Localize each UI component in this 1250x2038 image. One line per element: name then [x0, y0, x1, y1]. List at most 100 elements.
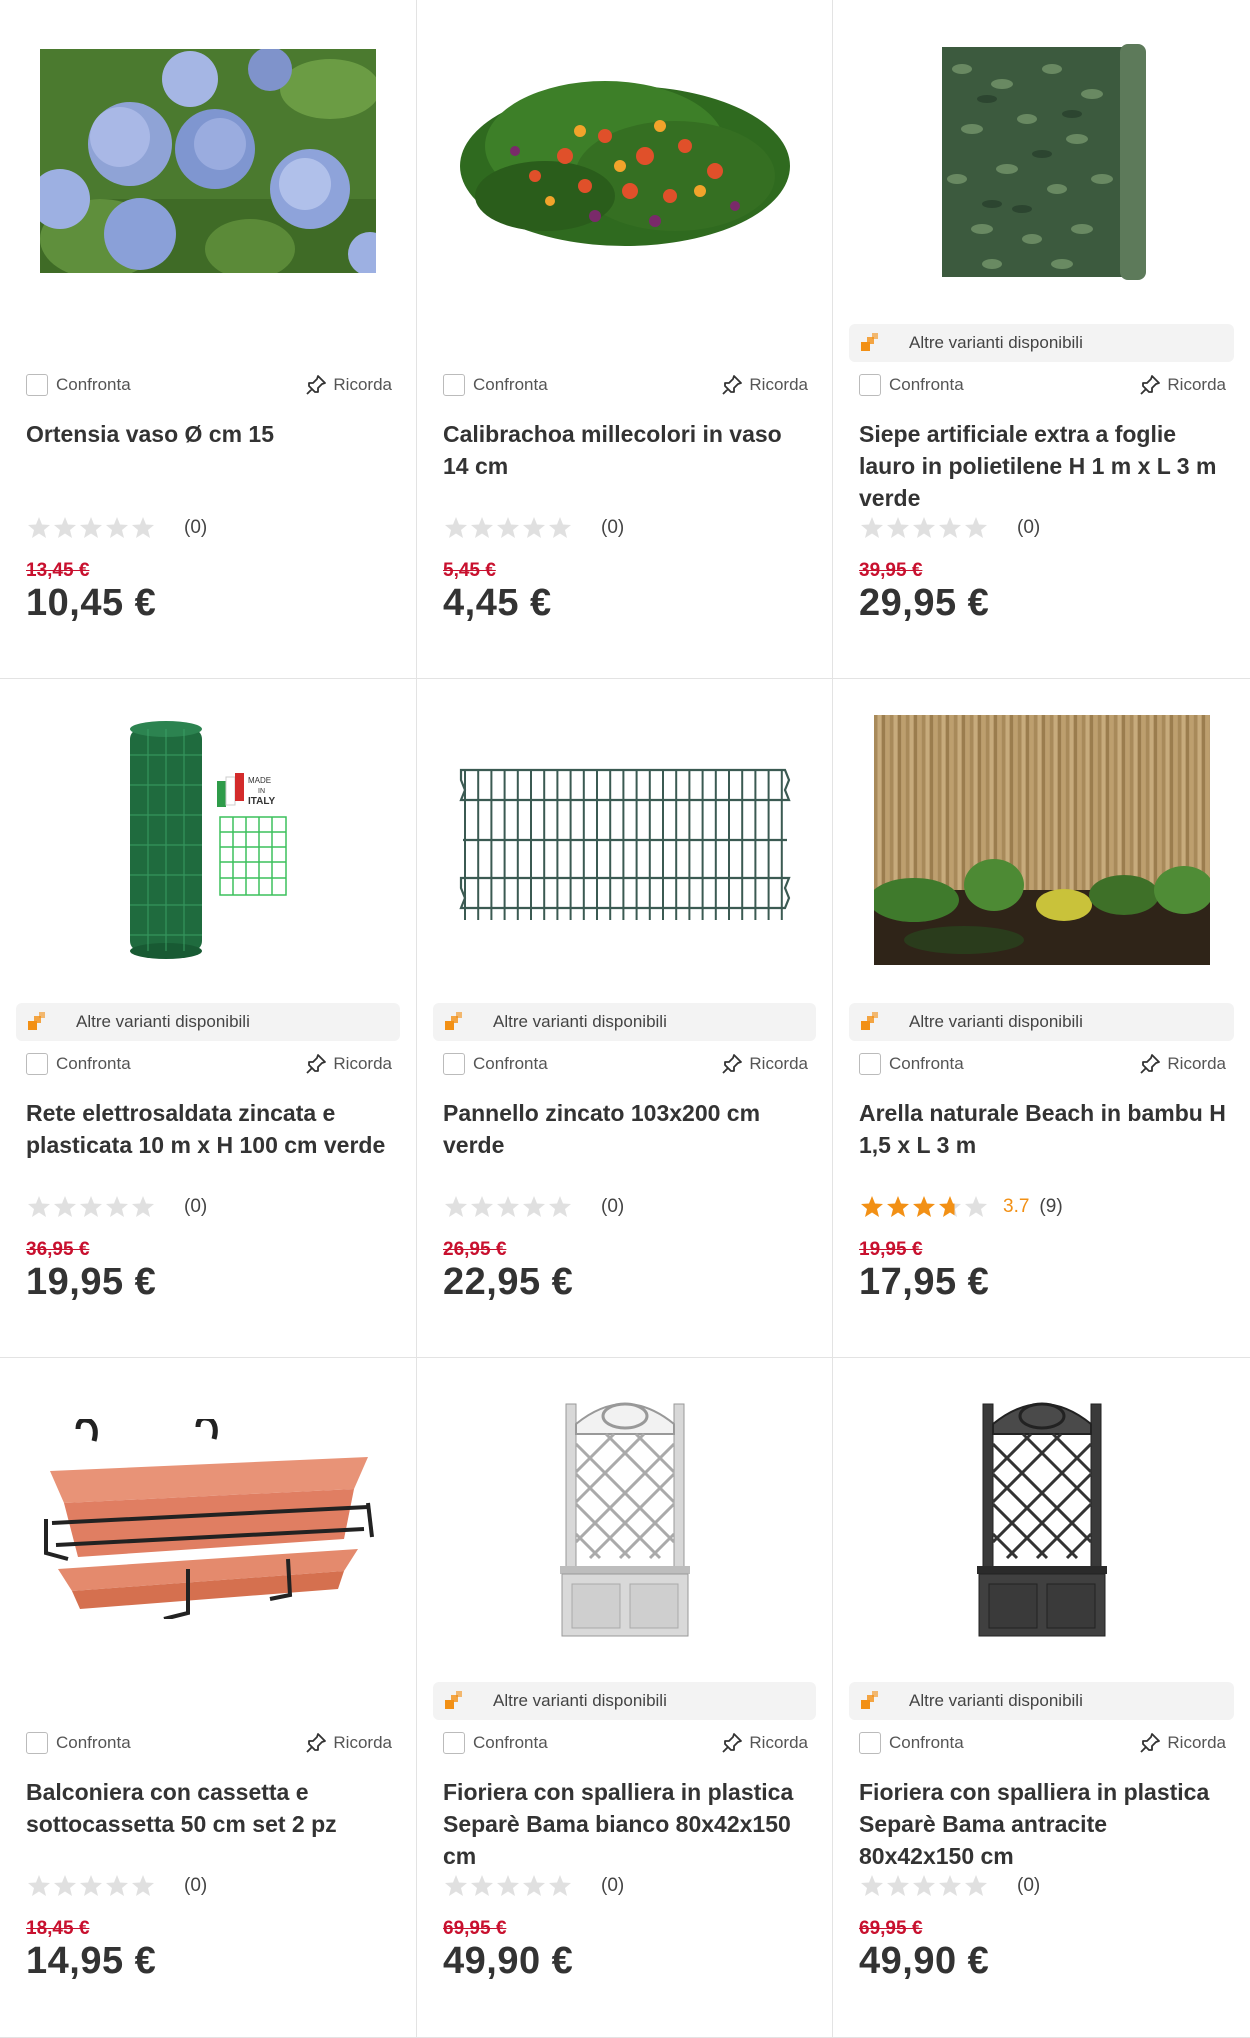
- compare-checkbox[interactable]: Confronta: [859, 1732, 964, 1754]
- product-card[interactable]: Confronta Ricorda Balconiera con cassett…: [0, 1358, 417, 2038]
- artificial-hedge-photo: [941, 43, 1146, 280]
- compare-checkbox[interactable]: Confronta: [26, 1732, 131, 1754]
- old-price: 19,95 €: [859, 1239, 923, 1260]
- product-card[interactable]: Altre varianti disponibili Confronta Ric…: [833, 679, 1250, 1358]
- checkbox[interactable]: [859, 1053, 881, 1075]
- remember-button[interactable]: Ricorda: [721, 374, 808, 396]
- product-title[interactable]: Ortensia vaso Ø cm 15: [26, 418, 394, 450]
- remember-button[interactable]: Ricorda: [305, 1732, 392, 1754]
- pin-icon: [1140, 375, 1161, 395]
- star-icon: [523, 1196, 545, 1217]
- remember-button[interactable]: Ricorda: [305, 374, 392, 396]
- star-icon: [523, 1875, 545, 1896]
- review-count: (0): [1017, 1875, 1041, 1896]
- product-title[interactable]: Pannello zincato 103x200 cm verde: [443, 1097, 810, 1161]
- product-image[interactable]: [443, 1394, 806, 1644]
- checkbox[interactable]: [26, 1732, 48, 1754]
- card-actions: Confronta Ricorda: [443, 1730, 808, 1756]
- compare-checkbox[interactable]: Confronta: [443, 374, 548, 396]
- review-count: (0): [1017, 517, 1041, 538]
- remember-button[interactable]: Ricorda: [305, 1053, 392, 1075]
- product-card[interactable]: Confronta Ricorda Ortensia vaso Ø cm 15 …: [0, 0, 417, 679]
- star-icon: [132, 1196, 154, 1217]
- product-image[interactable]: [859, 715, 1224, 965]
- product-title[interactable]: Calibrachoa millecolori in vaso 14 cm: [443, 418, 810, 482]
- rating: (0): [859, 1873, 1040, 1899]
- star-icon: [497, 1196, 519, 1217]
- compare-checkbox[interactable]: Confronta: [26, 374, 131, 396]
- remember-button[interactable]: Ricorda: [1139, 1053, 1226, 1075]
- product-title[interactable]: Rete elettrosaldata zincata e plasticata…: [26, 1097, 394, 1161]
- remember-button[interactable]: Ricorda: [721, 1053, 808, 1075]
- star-icon: [549, 517, 571, 538]
- product-title[interactable]: Fioriera con spalliera in plastica Separ…: [443, 1776, 810, 1872]
- product-card[interactable]: Altre varianti disponibili Confronta Ric…: [833, 0, 1250, 679]
- price: 49,90 €: [443, 1940, 574, 1982]
- product-card[interactable]: MADE IN ITALY Altre varianti disponibili…: [0, 679, 417, 1358]
- compare-label: Confronta: [473, 1733, 548, 1752]
- product-image[interactable]: [443, 715, 806, 965]
- variants-badge[interactable]: Altre varianti disponibili: [849, 1003, 1234, 1041]
- old-price: 39,95 €: [859, 560, 923, 581]
- product-image[interactable]: [859, 36, 1224, 286]
- rating: (0): [443, 515, 624, 541]
- compare-checkbox[interactable]: Confronta: [26, 1053, 131, 1075]
- checkbox[interactable]: [443, 1732, 465, 1754]
- product-image[interactable]: [26, 1394, 390, 1644]
- product-card[interactable]: Confronta Ricorda Calibrachoa millecolor…: [417, 0, 833, 679]
- checkbox[interactable]: [443, 374, 465, 396]
- variants-badge[interactable]: Altre varianti disponibili: [849, 1682, 1234, 1720]
- checkbox[interactable]: [443, 1053, 465, 1075]
- star-icon: [887, 517, 909, 538]
- remember-label: Ricorda: [1167, 1054, 1226, 1073]
- star-icon: [28, 1875, 50, 1896]
- price: 22,95 €: [443, 1261, 574, 1303]
- star-icon: [106, 1196, 128, 1217]
- variants-label: Altre varianti disponibili: [493, 1691, 667, 1710]
- rating: (0): [443, 1873, 624, 1899]
- product-title[interactable]: Arella naturale Beach in bambu H 1,5 x L…: [859, 1097, 1228, 1161]
- variants-badge[interactable]: Altre varianti disponibili: [16, 1003, 400, 1041]
- star-icon: [54, 1196, 76, 1217]
- product-title[interactable]: Balconiera con cassetta e sottocassetta …: [26, 1776, 394, 1840]
- star-icon: [471, 1875, 493, 1896]
- remember-button[interactable]: Ricorda: [721, 1732, 808, 1754]
- product-title[interactable]: Fioriera con spalliera in plastica Separ…: [859, 1776, 1228, 1872]
- rating-stars: [26, 1194, 156, 1220]
- rating-score: 3.7: [1003, 1196, 1030, 1217]
- card-actions: Confronta Ricorda: [443, 1051, 808, 1077]
- product-image[interactable]: [443, 36, 806, 286]
- compare-checkbox[interactable]: Confronta: [443, 1732, 548, 1754]
- checkbox[interactable]: [26, 374, 48, 396]
- remember-button[interactable]: Ricorda: [1139, 1732, 1226, 1754]
- product-image[interactable]: [859, 1394, 1224, 1644]
- compare-label: Confronta: [889, 1054, 964, 1073]
- checkbox[interactable]: [859, 374, 881, 396]
- old-price: 26,95 €: [443, 1239, 507, 1260]
- variants-badge[interactable]: Altre varianti disponibili: [433, 1682, 816, 1720]
- compare-checkbox[interactable]: Confronta: [443, 1053, 548, 1075]
- compare-checkbox[interactable]: Confronta: [859, 1053, 964, 1075]
- star-icon: [132, 517, 154, 538]
- product-image[interactable]: MADE IN ITALY: [26, 715, 390, 965]
- star-icon: [28, 517, 50, 538]
- star-icon: [965, 1875, 987, 1896]
- checkbox[interactable]: [26, 1053, 48, 1075]
- star-icon: [965, 1196, 987, 1217]
- rating: 3.7 (9): [859, 1194, 1063, 1220]
- product-card[interactable]: Altre varianti disponibili Confronta Ric…: [833, 1358, 1250, 2038]
- compare-checkbox[interactable]: Confronta: [859, 374, 964, 396]
- checkbox[interactable]: [859, 1732, 881, 1754]
- product-card[interactable]: Altre varianti disponibili Confronta Ric…: [417, 679, 833, 1358]
- product-card[interactable]: Altre varianti disponibili Confronta Ric…: [417, 1358, 833, 2038]
- rating: (0): [859, 515, 1040, 541]
- star-icon: [54, 517, 76, 538]
- variants-badge[interactable]: Altre varianti disponibili: [433, 1003, 816, 1041]
- card-actions: Confronta Ricorda: [859, 372, 1226, 398]
- star-icon: [497, 1875, 519, 1896]
- star-icon: [887, 1196, 909, 1217]
- variants-badge[interactable]: Altre varianti disponibili: [849, 324, 1234, 362]
- remember-button[interactable]: Ricorda: [1139, 374, 1226, 396]
- product-title[interactable]: Siepe artificiale extra a foglie lauro i…: [859, 418, 1228, 514]
- product-image[interactable]: [26, 36, 390, 286]
